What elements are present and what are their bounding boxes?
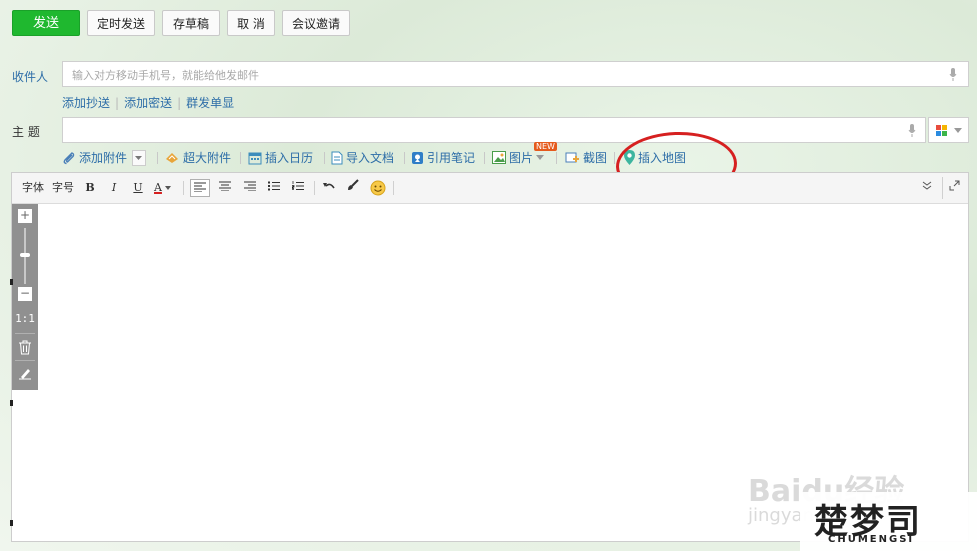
align-left-icon: [194, 182, 206, 193]
screenshot-button[interactable]: 截图: [565, 149, 607, 166]
separate-send-link[interactable]: 群发单显: [186, 96, 234, 110]
resize-handle[interactable]: [10, 279, 13, 285]
microphone-icon[interactable]: [908, 124, 916, 137]
chevron-down-icon: [135, 155, 143, 160]
chevron-down-icon: [954, 128, 962, 133]
quote-note-button[interactable]: 引用笔记: [411, 149, 475, 166]
undo-icon: [323, 183, 335, 189]
align-left-button[interactable]: [190, 179, 210, 197]
bold-button[interactable]: B: [82, 179, 98, 197]
big-attachment-icon: [166, 152, 178, 163]
chumengsi-logo: 楚梦司 CHUMENGSI: [800, 492, 977, 551]
trash-icon[interactable]: [18, 340, 32, 355]
microphone-icon[interactable]: [949, 68, 957, 81]
font-color-button[interactable]: A: [154, 179, 178, 197]
pencil-icon[interactable]: [18, 366, 32, 380]
align-right-icon: [244, 181, 256, 192]
numbered-list-button[interactable]: [289, 179, 307, 197]
color-grid-icon: [936, 125, 947, 136]
logo-subtext: CHUMENGSI: [828, 534, 915, 545]
zoom-out-button[interactable]: −: [18, 287, 32, 301]
resize-handle[interactable]: [10, 400, 13, 406]
attachment-dropdown[interactable]: [132, 149, 147, 166]
calendar-icon: [248, 152, 262, 164]
align-center-button[interactable]: [216, 179, 234, 197]
italic-button[interactable]: I: [106, 179, 122, 197]
screenshot-icon: [565, 152, 579, 162]
collapse-toolbar-button[interactable]: [918, 179, 936, 197]
import-doc-button[interactable]: 导入文档: [331, 149, 394, 166]
double-chevron-down-icon: [922, 181, 932, 190]
align-right-button[interactable]: [241, 179, 259, 197]
fullscreen-button[interactable]: [945, 179, 963, 197]
font-size-button[interactable]: 字号: [50, 179, 76, 197]
recipient-label: 收件人: [12, 70, 49, 84]
expand-icon: [949, 180, 959, 191]
align-center-icon: [219, 181, 231, 192]
recipient-links: 添加抄送 | 添加密送 | 群发单显: [62, 96, 235, 110]
recipient-placeholder: 输入对方移动手机号，就能给他发邮件: [72, 69, 259, 82]
meeting-invite-button[interactable]: 会议邀请: [282, 10, 350, 36]
zoom-slider-handle[interactable]: [20, 253, 30, 257]
picture-icon: [492, 151, 506, 164]
zoom-panel: + − 1:1: [12, 204, 38, 390]
save-draft-button[interactable]: 存草稿: [162, 10, 220, 36]
font-family-button[interactable]: 字体: [20, 179, 46, 197]
big-attachment-button[interactable]: 超大附件: [164, 149, 231, 166]
stationery-picker[interactable]: [928, 117, 969, 143]
send-button[interactable]: 发送: [12, 10, 80, 36]
zoom-ratio-button[interactable]: 1:1: [12, 312, 38, 325]
note-icon: [412, 151, 423, 164]
editor-toolbar: 字体 字号 B I U A: [12, 173, 968, 204]
new-badge: NEW: [534, 142, 557, 151]
recipient-input[interactable]: 输入对方移动手机号，就能给他发邮件: [62, 61, 969, 87]
cancel-button[interactable]: 取 消: [227, 10, 275, 36]
emoji-button[interactable]: [368, 179, 388, 197]
subject-label: 主 题: [12, 125, 40, 139]
chevron-down-icon: [165, 186, 172, 190]
picture-button[interactable]: 图片: [492, 149, 545, 166]
subject-input[interactable]: [62, 117, 926, 143]
add-bcc-link[interactable]: 添加密送: [124, 96, 172, 110]
brush-icon: [348, 179, 359, 190]
format-painter-button[interactable]: [344, 179, 362, 197]
zoom-in-button[interactable]: +: [18, 209, 32, 223]
document-icon: [331, 151, 343, 164]
undo-button[interactable]: [320, 179, 338, 197]
resize-handle[interactable]: [10, 520, 13, 526]
bullet-list-icon: [268, 181, 280, 191]
numbered-list-icon: [291, 181, 304, 190]
font-color-letter: A: [154, 181, 162, 194]
insert-calendar-button[interactable]: 插入日历: [248, 149, 313, 166]
paperclip-icon: [63, 151, 75, 164]
add-cc-link[interactable]: 添加抄送: [62, 96, 110, 110]
bullet-list-button[interactable]: [265, 179, 283, 197]
underline-button[interactable]: U: [130, 179, 146, 197]
chevron-down-icon[interactable]: [536, 155, 545, 160]
smiley-icon: [370, 180, 386, 196]
scheduled-send-button[interactable]: 定时发送: [87, 10, 155, 36]
add-attachment-button[interactable]: 添加附件: [62, 149, 147, 166]
